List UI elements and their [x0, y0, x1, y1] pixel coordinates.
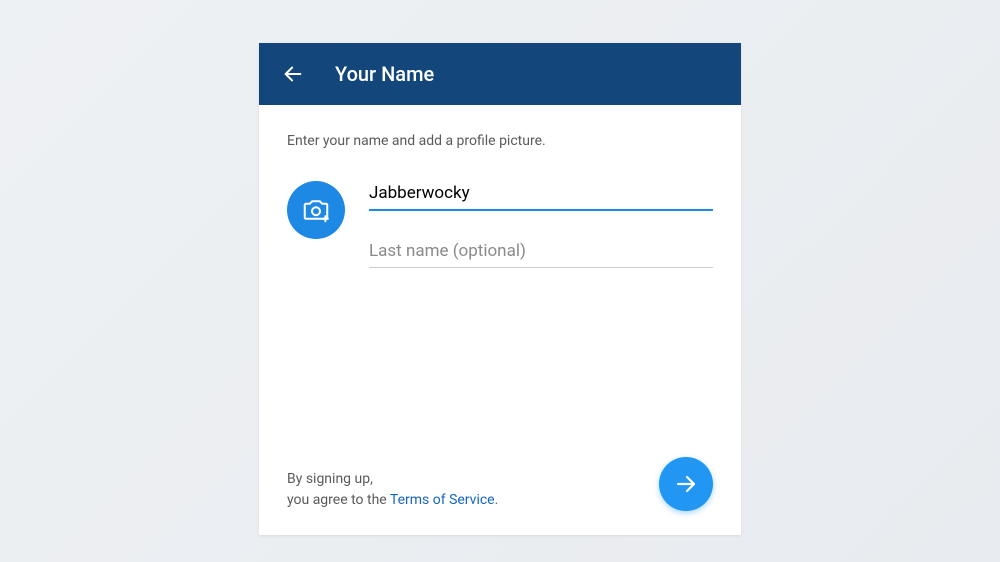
form-row — [287, 177, 713, 268]
profile-setup-card: Your Name Enter your name and add a prof… — [259, 43, 741, 535]
header-bar: Your Name — [259, 43, 741, 105]
arrow-right-icon — [674, 472, 698, 496]
page-title: Your Name — [335, 62, 434, 86]
add-photo-button[interactable] — [287, 181, 345, 239]
camera-add-icon — [301, 195, 331, 225]
name-fields — [369, 177, 713, 268]
terms-line2-suffix: . — [495, 492, 499, 508]
content-area: Enter your name and add a profile pictur… — [259, 105, 741, 535]
last-name-input[interactable] — [369, 235, 713, 268]
back-button[interactable] — [281, 62, 305, 86]
terms-line1: By signing up, — [287, 471, 373, 487]
arrow-left-icon — [282, 63, 304, 85]
terms-of-service-link[interactable]: Terms of Service — [390, 492, 495, 508]
footer-row: By signing up, you agree to the Terms of… — [287, 457, 713, 511]
next-button[interactable] — [659, 457, 713, 511]
first-name-input[interactable] — [369, 177, 713, 211]
terms-text: By signing up, you agree to the Terms of… — [287, 469, 498, 511]
instruction-text: Enter your name and add a profile pictur… — [287, 133, 713, 149]
terms-line2-prefix: you agree to the — [287, 492, 390, 508]
